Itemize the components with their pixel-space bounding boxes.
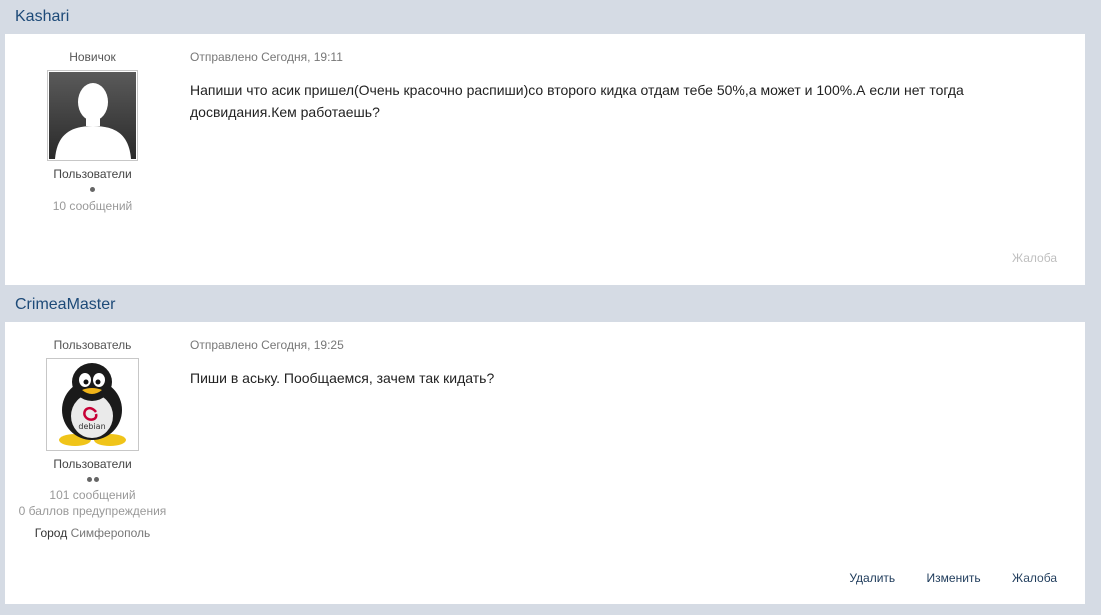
member-group: Пользователи bbox=[53, 457, 132, 471]
edit-button[interactable]: Изменить bbox=[927, 571, 981, 585]
next-post-header bbox=[5, 604, 1085, 615]
member-group: Пользователи bbox=[53, 167, 132, 181]
reputation-dot-icon bbox=[90, 187, 95, 193]
author-panel: Пользователь debian Пользователи 101 соо… bbox=[5, 322, 180, 541]
post-message: Пиши в аську. Пообщаемся, зачем так кида… bbox=[190, 370, 495, 386]
warning-points[interactable]: 0 баллов предупреждения bbox=[5, 503, 180, 519]
delete-button[interactable]: Удалить bbox=[849, 571, 895, 585]
username-link[interactable]: Kashari bbox=[15, 8, 69, 25]
username-link[interactable]: CrimeaMaster bbox=[15, 296, 115, 313]
avatar[interactable]: debian bbox=[46, 358, 139, 451]
reputation-dot-icon bbox=[93, 477, 99, 483]
default-avatar-icon bbox=[49, 72, 136, 159]
post-header: CrimeaMaster bbox=[5, 288, 1085, 322]
post-count: 101 сообщений bbox=[49, 488, 136, 502]
post-content: Отправлено Сегодня, 19:25 Пиши в аську. … bbox=[190, 322, 1065, 389]
reputation-pips bbox=[5, 185, 180, 193]
city-value: Симферополь bbox=[70, 526, 151, 540]
post-body: Новичок Пользователи 10 сообщений Отправ… bbox=[5, 34, 1085, 285]
post-date: Отправлено Сегодня, 19:11 bbox=[190, 50, 343, 64]
report-button[interactable]: Жалоба bbox=[1012, 571, 1057, 585]
post-crimeamaster: CrimeaMaster Пользователь debian Пользов… bbox=[5, 288, 1085, 604]
reputation-pips bbox=[5, 475, 180, 483]
post-header: Kashari bbox=[5, 0, 1085, 34]
member-rank: Пользователь bbox=[53, 338, 132, 352]
post-content: Отправлено Сегодня, 19:11 Напиши что аси… bbox=[190, 34, 1065, 123]
post-count: 10 сообщений bbox=[52, 199, 133, 213]
post-actions: Удалить Изменить Жалоба bbox=[821, 571, 1057, 585]
post-body: Пользователь debian Пользователи 101 соо… bbox=[5, 322, 1085, 604]
author-panel: Новичок Пользователи 10 сообщений bbox=[5, 34, 180, 214]
city-label: Город bbox=[34, 526, 68, 540]
post-kashari: Kashari Новичок Пользователи 10 сообщени… bbox=[5, 0, 1085, 285]
member-rank: Новичок bbox=[69, 50, 116, 64]
post-actions: Жалоба bbox=[984, 251, 1057, 265]
debian-penguin-icon: debian bbox=[48, 360, 137, 449]
reputation-dot-icon bbox=[86, 477, 92, 483]
debian-logo-text: debian bbox=[78, 422, 105, 431]
report-button[interactable]: Жалоба bbox=[1012, 251, 1057, 265]
avatar[interactable] bbox=[47, 70, 138, 161]
post-message: Напиши что асик пришел(Очень красочно ра… bbox=[190, 82, 964, 120]
member-city: Город Симферополь bbox=[5, 525, 180, 541]
post-date: Отправлено Сегодня, 19:25 bbox=[190, 338, 344, 352]
